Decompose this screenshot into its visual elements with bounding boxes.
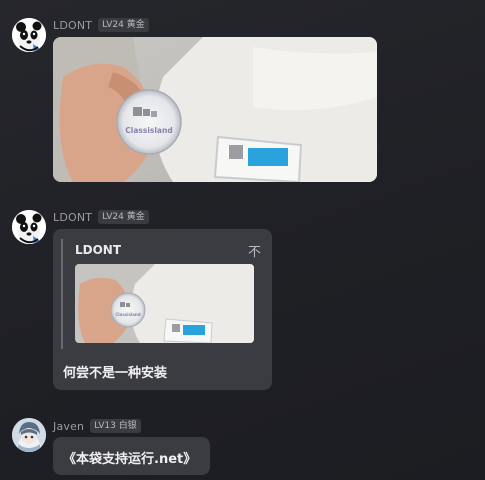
chat-window: LDONT LV24 黄金 Classisland LDONT LV24 黄金 … — [0, 0, 485, 480]
sticker-caption: Classisland — [125, 126, 172, 135]
level-badge: LV24 黄金 — [98, 18, 149, 32]
reply-message-bubble[interactable]: LDONT 不 Classisland 何尝不是一种安装 — [53, 229, 272, 390]
sender-name[interactable]: LDONT — [53, 211, 92, 224]
panda-avatar-icon[interactable] — [12, 210, 46, 244]
panda-avatar-icon[interactable] — [12, 18, 46, 52]
message-text: 何尝不是一种安装 — [63, 366, 168, 381]
sender-name[interactable]: Javen — [53, 420, 84, 433]
text-message-bubble[interactable]: 《本袋支持运行.net》 — [53, 437, 210, 475]
message-text: 《本袋支持运行.net》 — [63, 452, 197, 467]
level-badge: LV13 白银 — [90, 419, 141, 433]
sticker-caption: Classisland — [115, 312, 140, 317]
quoted-message[interactable]: LDONT 不 Classisland — [61, 239, 267, 349]
message-header: LDONT LV24 黄金 — [53, 17, 149, 33]
sender-name[interactable]: LDONT — [53, 19, 92, 32]
message-header: LDONT LV24 黄金 — [53, 209, 149, 225]
quoted-image-thumbnail[interactable]: Classisland — [75, 264, 254, 343]
quoted-mark: 不 — [247, 245, 261, 260]
anime-avatar-icon[interactable] — [12, 418, 46, 452]
message-image[interactable]: Classisland — [53, 37, 377, 182]
quoted-author: LDONT — [75, 243, 122, 257]
message-header: Javen LV13 白银 — [53, 418, 141, 434]
level-badge: LV24 黄金 — [98, 210, 149, 224]
